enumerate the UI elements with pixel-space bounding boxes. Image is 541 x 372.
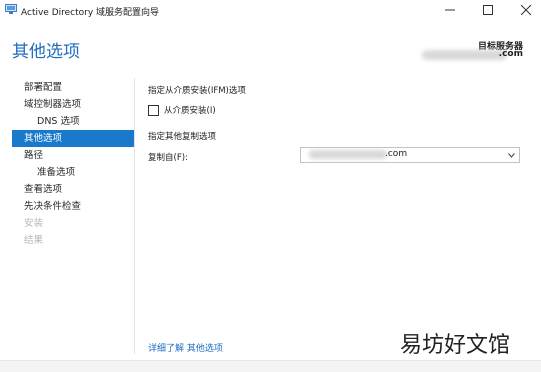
replication-section-label: 指定其他复制选项 [148,132,217,142]
ifm-checkbox-label[interactable]: 从介质安装(I) [164,104,216,116]
copy-from-value: .com [385,149,408,159]
minimize-button[interactable] [435,0,465,20]
button-bar [0,360,541,372]
redacted-server-name [422,50,507,60]
nav-item-dns-options[interactable]: DNS 选项 [12,113,134,130]
nav-item-review-options[interactable]: 查看选项 [12,181,134,198]
copy-from-select[interactable]: .com [300,147,520,163]
title-bar: Active Directory 域服务配置向导 [0,0,541,20]
server-icon [5,4,17,15]
nav-item-results: 结果 [24,235,44,246]
nav-divider [134,78,135,354]
ifm-section-label: 指定从介质安装(IFM)选项 [148,86,246,96]
learn-more-link[interactable]: 详细了解 其他选项 [148,341,223,354]
ifm-checkbox[interactable] [148,104,159,116]
target-server-name: .com [498,49,523,59]
nav-item-prerequisites-check[interactable]: 先决条件检查 [12,198,134,215]
nav-item-install: 安装 [24,218,44,229]
nav-item-preparation-options[interactable]: 准备选项 [12,164,134,181]
chevron-down-icon [508,151,515,161]
redacted-domain-name [309,150,387,159]
copy-from-label: 复制自(F): [148,153,188,163]
nav-item-deployment-config[interactable]: 部署配置 [12,79,134,96]
nav-item-dc-options[interactable]: 域控制器选项 [12,96,134,113]
page-title: 其他选项 [12,42,80,62]
ifm-checkbox-row[interactable]: 从介质安装(I) [148,104,216,116]
watermark-text: 易坊好文馆 [400,333,511,358]
maximize-button[interactable] [473,0,503,20]
nav-item-additional-options[interactable]: 其他选项 [12,130,134,147]
nav-item-paths[interactable]: 路径 [12,147,134,164]
window-title: Active Directory 域服务配置向导 [21,8,160,18]
options-panel: 指定从介质安装(IFM)选项 从介质安装(I) 指定其他复制选项 复制自(F):… [148,84,523,163]
wizard-nav: 部署配置 域控制器选项 DNS 选项 其他选项 路径 准备选项 查看选项 先决条… [12,79,134,249]
close-button[interactable] [511,0,541,20]
